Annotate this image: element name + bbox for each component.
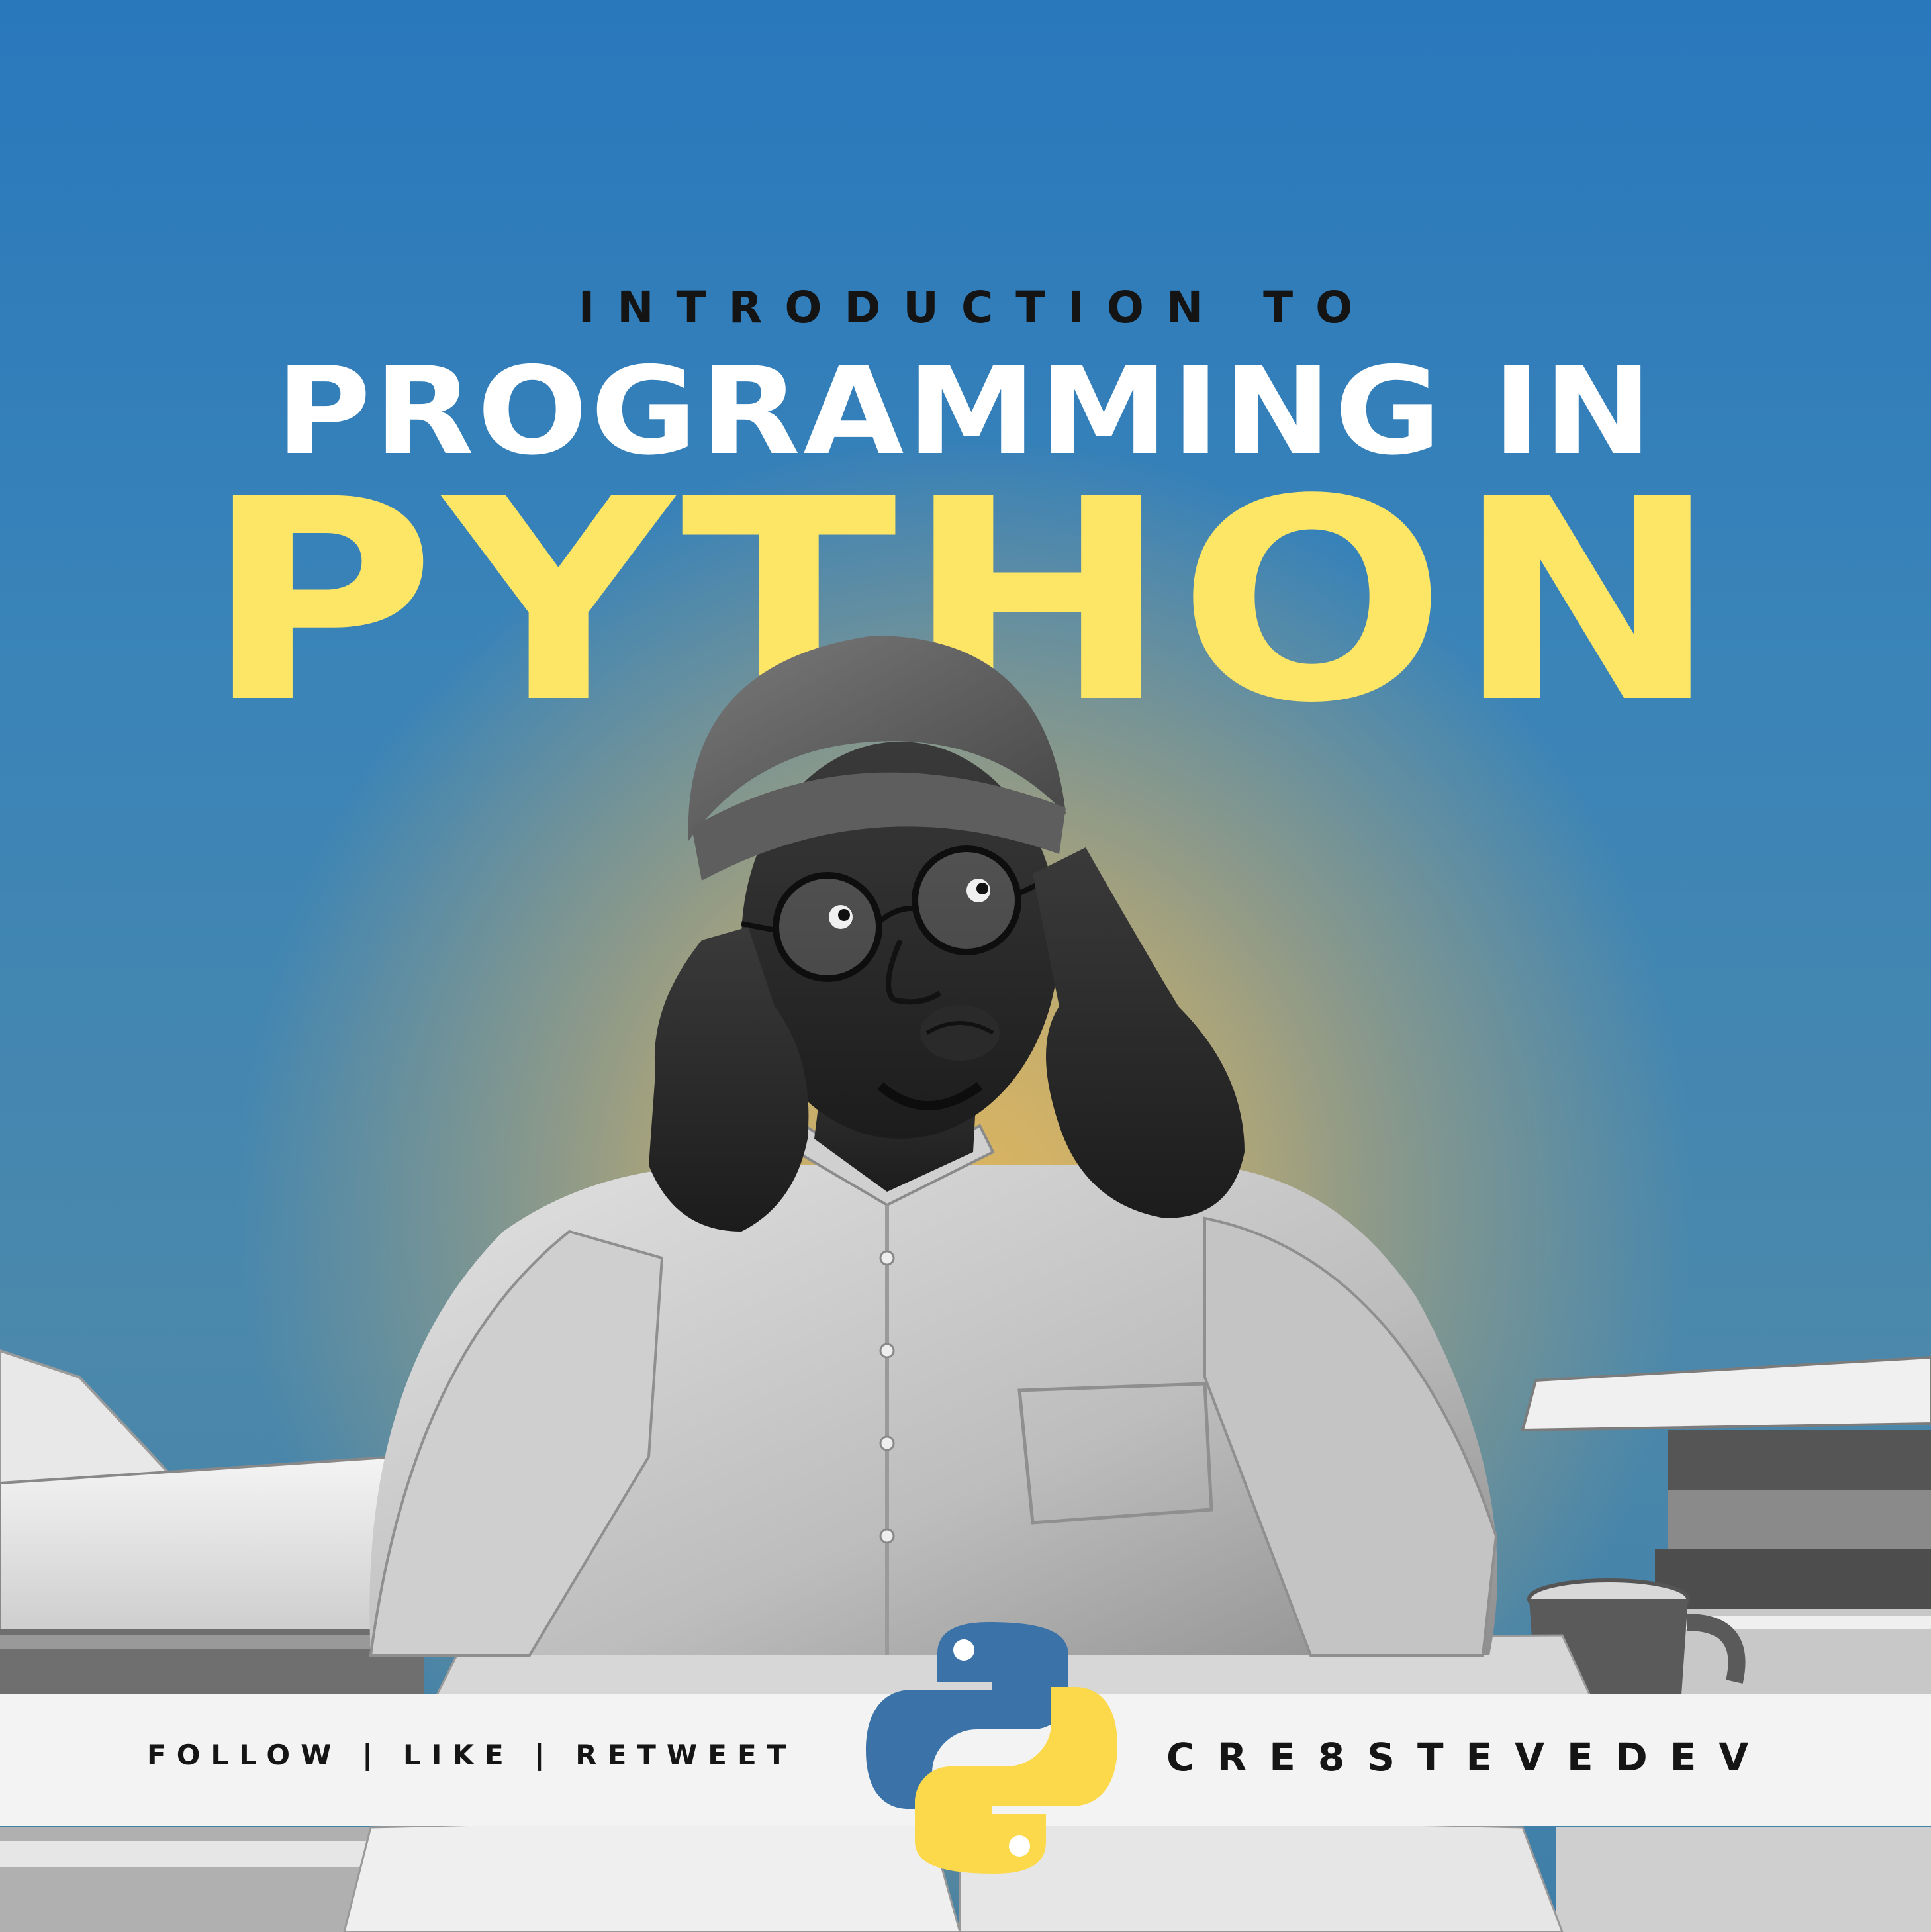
person [369,636,1498,1657]
python-logo-icon [866,1622,1117,1874]
call-to-action-text: FOLLOW | LIKE | RETWEET [147,1739,797,1771]
poster: INTRODUCTION TO PROGRAMMING IN PYTHON FO… [0,0,1931,1932]
author-handle[interactable]: CRE8STEVEDEV [1166,1738,1771,1776]
